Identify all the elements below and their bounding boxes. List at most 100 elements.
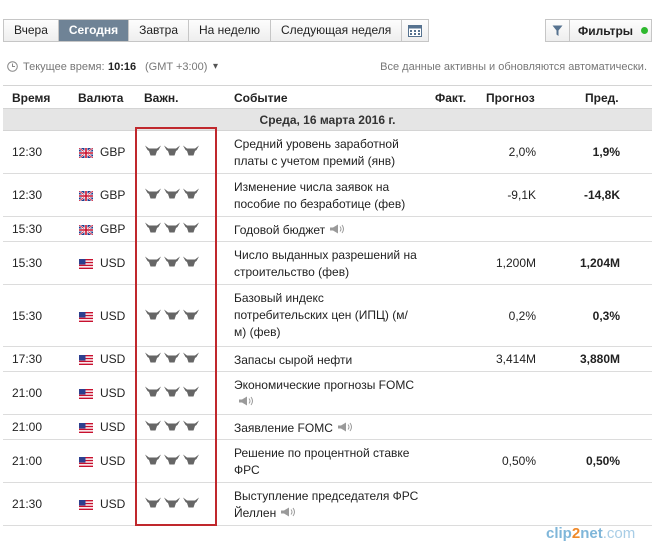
table-row[interactable]: 15:30 USD Число выданных разрешений на стр… [3, 242, 652, 285]
bull-icon [164, 497, 180, 512]
bull-icon [145, 188, 161, 203]
event-time: 17:30 [12, 352, 43, 366]
table-row[interactable]: 15:30 GBP Годовой бюджет [3, 217, 652, 242]
importance-rating [145, 352, 202, 367]
speaker-icon [280, 505, 296, 522]
bull-icon [164, 308, 180, 323]
importance-rating [145, 454, 202, 469]
speaker-icon [238, 394, 254, 411]
event-name[interactable]: Решение по процентной ставке ФРС [234, 440, 419, 479]
bull-icon [164, 420, 180, 435]
forecast-value: 0,50% [501, 454, 536, 468]
event-name[interactable]: Запасы сырой нефти [234, 347, 419, 369]
event-time: 21:00 [12, 386, 43, 400]
event-name[interactable]: Средний уровень заработной платы с учето… [234, 131, 419, 170]
currency-cell: GBP [78, 222, 125, 236]
table-row[interactable]: 21:00 USD Решение по процентной ставке ФРС… [3, 440, 652, 483]
event-name[interactable]: Изменение числа заявок на пособие по без… [234, 174, 419, 213]
bull-icon [145, 386, 161, 401]
currency-cell: USD [79, 309, 125, 323]
event-time: 12:30 [12, 188, 43, 202]
table-row[interactable]: 21:00 USD Экономические прогнозы FOMC [3, 372, 652, 415]
tab-yesterday[interactable]: Вчера [4, 20, 59, 41]
bull-icon [164, 222, 180, 237]
importance-rating [145, 420, 202, 435]
importance-rating [145, 188, 202, 203]
tab-tomorrow[interactable]: Завтра [129, 20, 189, 41]
bull-icon [145, 308, 161, 323]
previous-value: -14,8K [583, 188, 620, 202]
importance-rating [145, 256, 202, 271]
date-range-tabs: Вчера Сегодня Завтра На неделю Следующая… [3, 19, 430, 42]
importance-rating [145, 386, 202, 401]
bull-icon [145, 222, 161, 237]
bull-icon [183, 454, 199, 469]
event-name[interactable]: Годовой бюджет [234, 217, 419, 239]
tab-today[interactable]: Сегодня [58, 20, 130, 41]
currency-code: USD [100, 308, 126, 323]
table-row[interactable]: 12:30 GBP Средний уровень заработной платы… [3, 131, 652, 174]
currency-code: USD [100, 256, 126, 270]
day-separator: Среда, 16 марта 2016 г. [3, 109, 652, 131]
event-name-text: Запасы сырой нефти [234, 353, 353, 367]
bull-icon [145, 420, 161, 435]
filter-icon [552, 25, 563, 36]
header-forecast: Прогноз [486, 91, 535, 105]
timezone-dropdown-caret[interactable]: ▾ [213, 61, 218, 72]
event-name-text: Средний уровень заработной платы с учето… [234, 137, 399, 168]
forecast-value: 2,0% [508, 145, 536, 159]
us-flag-icon [79, 258, 93, 269]
table-row[interactable]: 15:30 USD Базовый индекс потребительских ц… [3, 285, 652, 347]
event-time: 21:00 [12, 454, 43, 468]
table-row[interactable]: 17:30 USD Запасы сырой нефти 3,414M 3,880M [3, 347, 652, 372]
bull-icon [183, 420, 199, 435]
event-name[interactable]: Базовый индекс потребительских цен (ИПЦ)… [234, 285, 419, 341]
event-time: 21:00 [12, 420, 43, 434]
bull-icon [183, 308, 199, 323]
table-header: Время Валюта Важн. Событие Факт. Прогноз… [3, 85, 652, 109]
previous-value: 3,880M [579, 352, 620, 366]
header-importance: Важн. [144, 91, 179, 105]
bull-icon [183, 256, 199, 271]
header-event: Событие [234, 91, 288, 105]
filter-icon-box [546, 20, 570, 41]
event-name[interactable]: Выступление председателя ФРС Йеллен [234, 483, 419, 522]
currency-code: USD [100, 497, 126, 511]
event-name[interactable]: Число выданных разрешений на строительст… [234, 242, 419, 281]
currency-cell: USD [79, 497, 125, 511]
us-flag-icon [79, 388, 93, 399]
bull-icon [164, 145, 180, 160]
table-row[interactable]: 21:30 USD Выступление председателя ФРС Йел… [3, 483, 652, 526]
bull-icon [164, 352, 180, 367]
bull-icon [145, 256, 161, 271]
bull-icon [183, 497, 199, 512]
previous-value: 1,9% [592, 145, 620, 159]
currency-cell: GBP [78, 188, 125, 202]
event-name-text: Экономические прогнозы FOMC [234, 378, 414, 392]
event-time: 21:30 [12, 497, 43, 511]
economic-calendar-table: Время Валюта Важн. Событие Факт. Прогноз… [3, 85, 652, 526]
event-name[interactable]: Заявление FOMC [234, 415, 419, 437]
uk-flag-icon [78, 147, 94, 159]
currency-code: USD [100, 420, 126, 434]
bull-icon [164, 188, 180, 203]
forecast-value: -9,1K [507, 188, 536, 202]
table-row[interactable]: 21:00 USD Заявление FOMC [3, 415, 652, 440]
currency-code: USD [100, 352, 126, 366]
tab-this-week[interactable]: На неделю [189, 20, 271, 41]
filters-button[interactable]: Фильтры [545, 19, 652, 42]
bull-icon [183, 352, 199, 367]
tab-next-week[interactable]: Следующая неделя [271, 20, 403, 41]
header-previous: Пред. [585, 91, 619, 105]
table-row[interactable]: 12:30 GBP Изменение числа заявок на пособи… [3, 174, 652, 217]
previous-value: 0,50% [585, 454, 620, 468]
filters-label: Фильтры [578, 23, 634, 38]
currency-cell: GBP [78, 145, 125, 159]
importance-rating [145, 308, 202, 323]
bull-icon [164, 256, 180, 271]
filters-status-dot [641, 27, 649, 34]
event-name[interactable]: Экономические прогнозы FOMC [234, 372, 419, 411]
event-name-text: Решение по процентной ставке ФРС [234, 446, 410, 477]
calendar-button[interactable] [402, 20, 429, 41]
importance-rating [145, 145, 202, 160]
